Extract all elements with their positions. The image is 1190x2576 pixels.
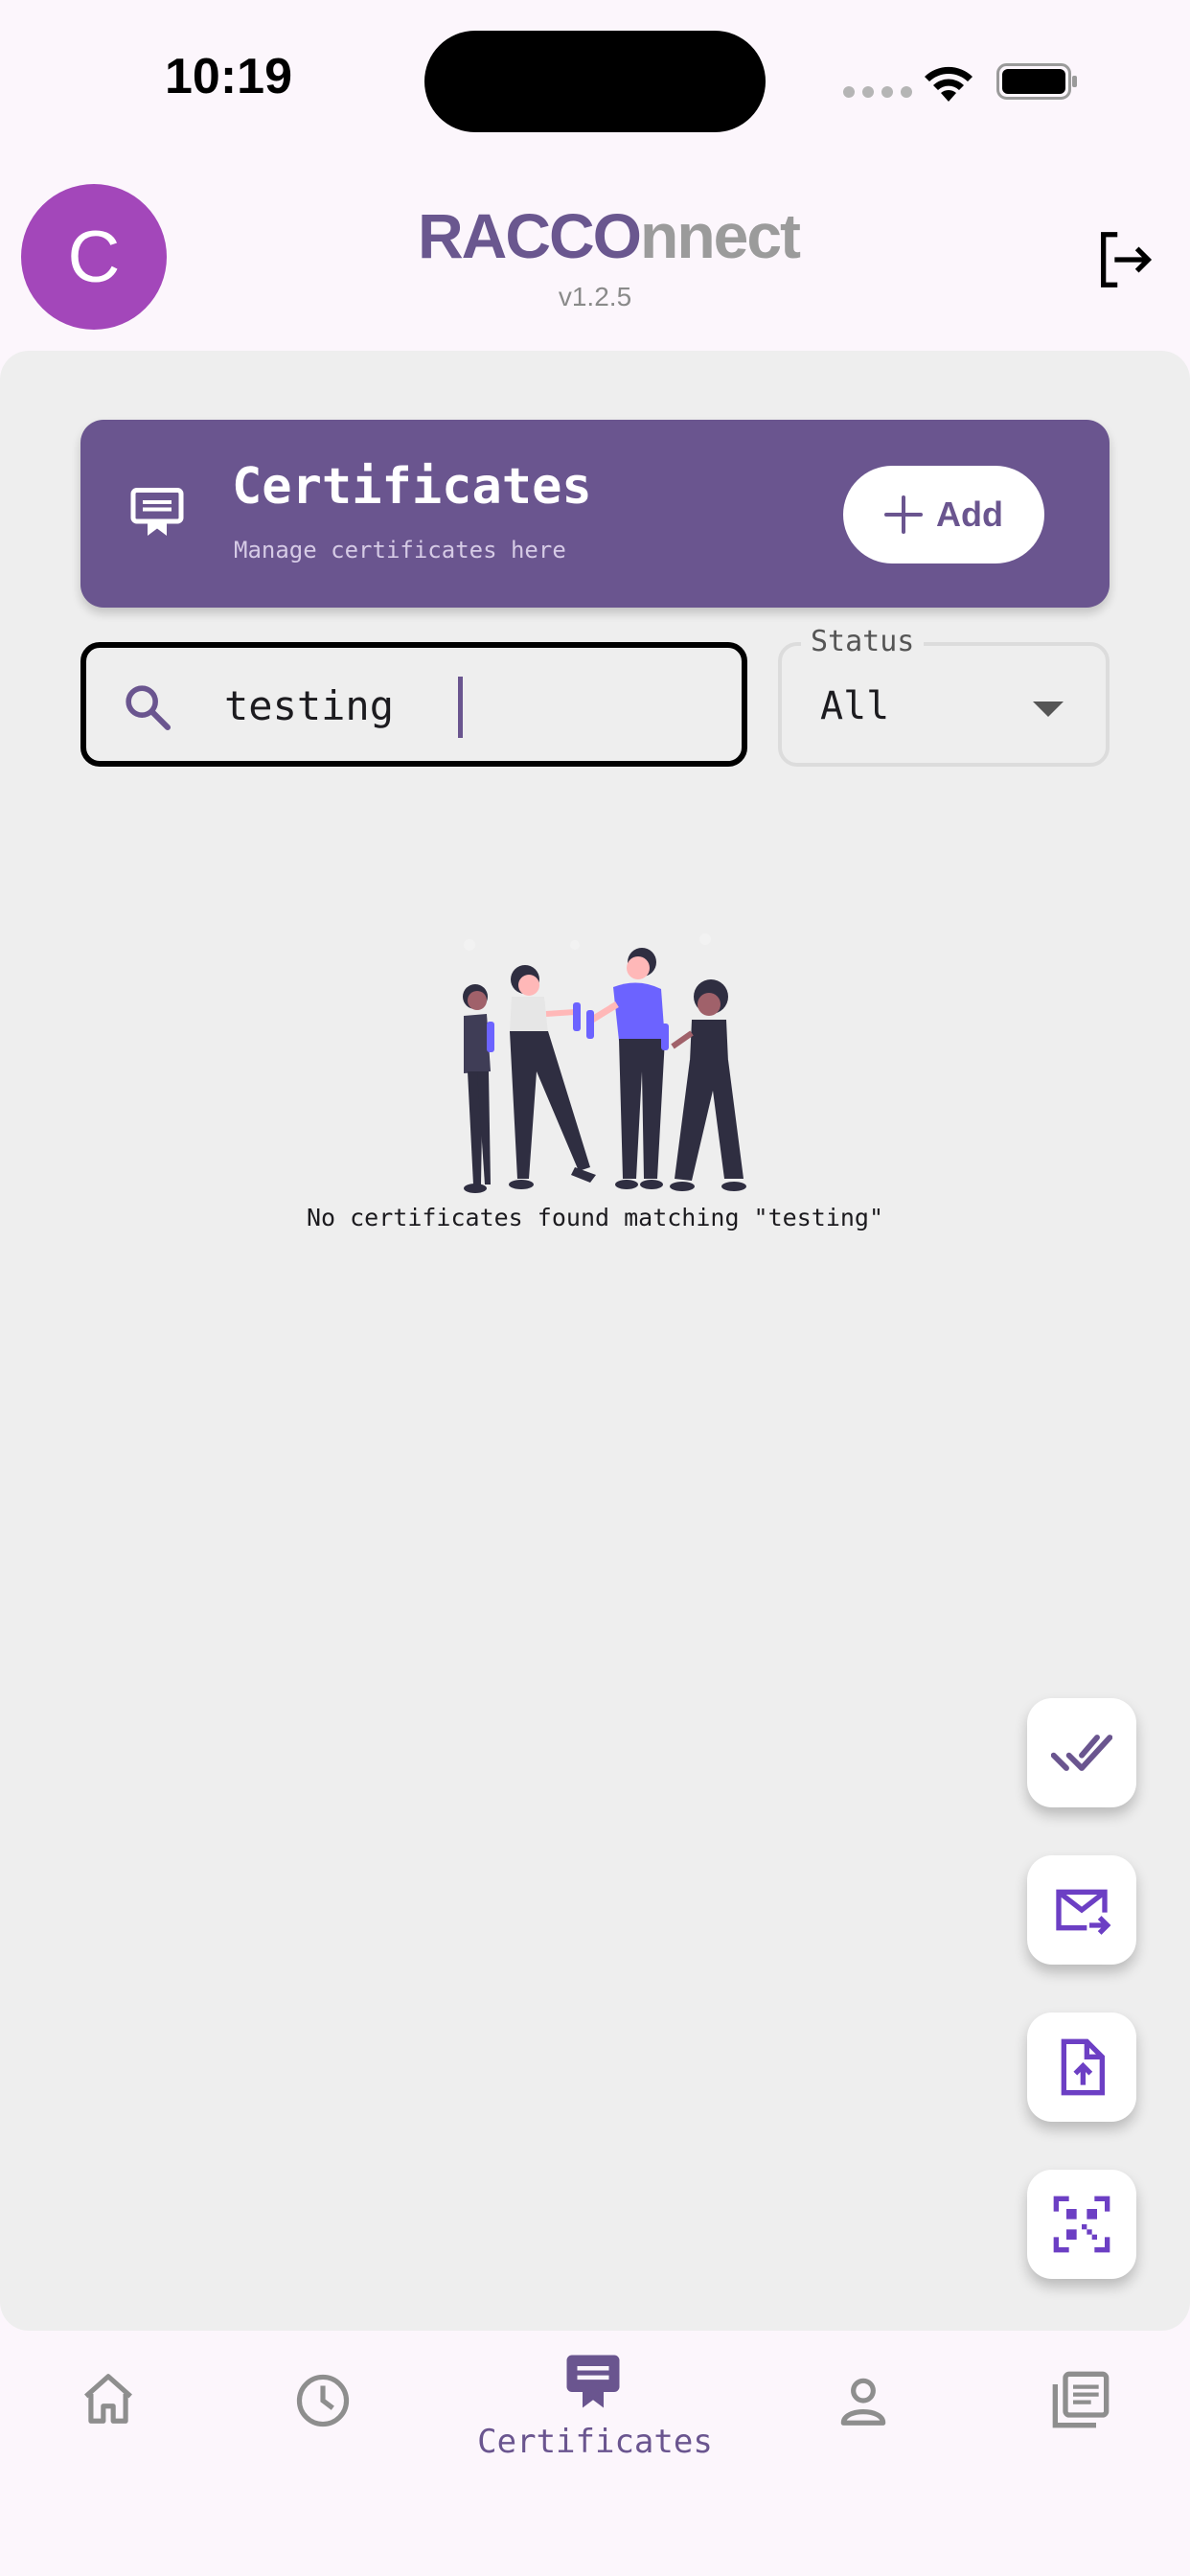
status-bar: 10:19 <box>0 0 1190 163</box>
nav-label-certificates: Certificates <box>477 2423 713 2461</box>
logo-part-1: RACCO <box>418 200 642 271</box>
add-certificate-button[interactable]: Add <box>843 466 1044 564</box>
profile-icon[interactable] <box>834 2371 893 2430</box>
search-icon <box>126 685 172 731</box>
status-dropdown-label: Status <box>801 625 925 658</box>
mark-all-button[interactable] <box>1027 1698 1136 1807</box>
certificate-icon <box>130 488 184 536</box>
text-caret <box>458 677 463 738</box>
search-value: testing <box>224 682 395 729</box>
qr-scan-button[interactable] <box>1027 2170 1136 2279</box>
search-input[interactable]: testing <box>80 642 747 767</box>
upload-file-button[interactable] <box>1027 2012 1136 2122</box>
upload-file-icon <box>1061 2038 1105 2096</box>
app-logo: RACCOnnect <box>418 199 801 272</box>
logo-part-2: nnect <box>640 200 801 271</box>
certificate-nav-icon[interactable] <box>561 2350 625 2413</box>
empty-state-message: No certificates found matching "testing" <box>306 1204 884 1231</box>
battery-icon <box>996 63 1077 100</box>
banner-title: Certificates <box>232 458 592 516</box>
wifi-icon <box>925 66 973 102</box>
empty-state-illustration <box>463 933 746 1193</box>
add-button-label: Add <box>936 494 1003 534</box>
status-time: 10:19 <box>165 49 292 104</box>
cellular-signal-icon <box>843 86 912 98</box>
dynamic-island <box>424 31 766 132</box>
app-version: v1.2.5 <box>558 282 632 311</box>
plus-icon <box>884 495 923 534</box>
logout-icon[interactable] <box>1092 226 1159 293</box>
send-email-button[interactable] <box>1027 1855 1136 1965</box>
certificates-banner: Certificates Manage certificates here Ad… <box>80 420 1110 608</box>
home-icon[interactable] <box>79 2369 138 2428</box>
chevron-down-icon <box>1033 702 1064 717</box>
banner-subtitle: Manage certificates here <box>234 537 566 564</box>
history-icon[interactable] <box>293 2371 353 2430</box>
forward-email-icon <box>1056 1889 1111 1935</box>
check-all-icon <box>1051 1735 1112 1771</box>
status-dropdown-value: All <box>820 684 890 728</box>
documents-icon[interactable] <box>1050 2369 1111 2430</box>
status-dropdown[interactable]: Status All <box>778 625 1110 767</box>
qr-scan-icon <box>1053 2196 1110 2253</box>
